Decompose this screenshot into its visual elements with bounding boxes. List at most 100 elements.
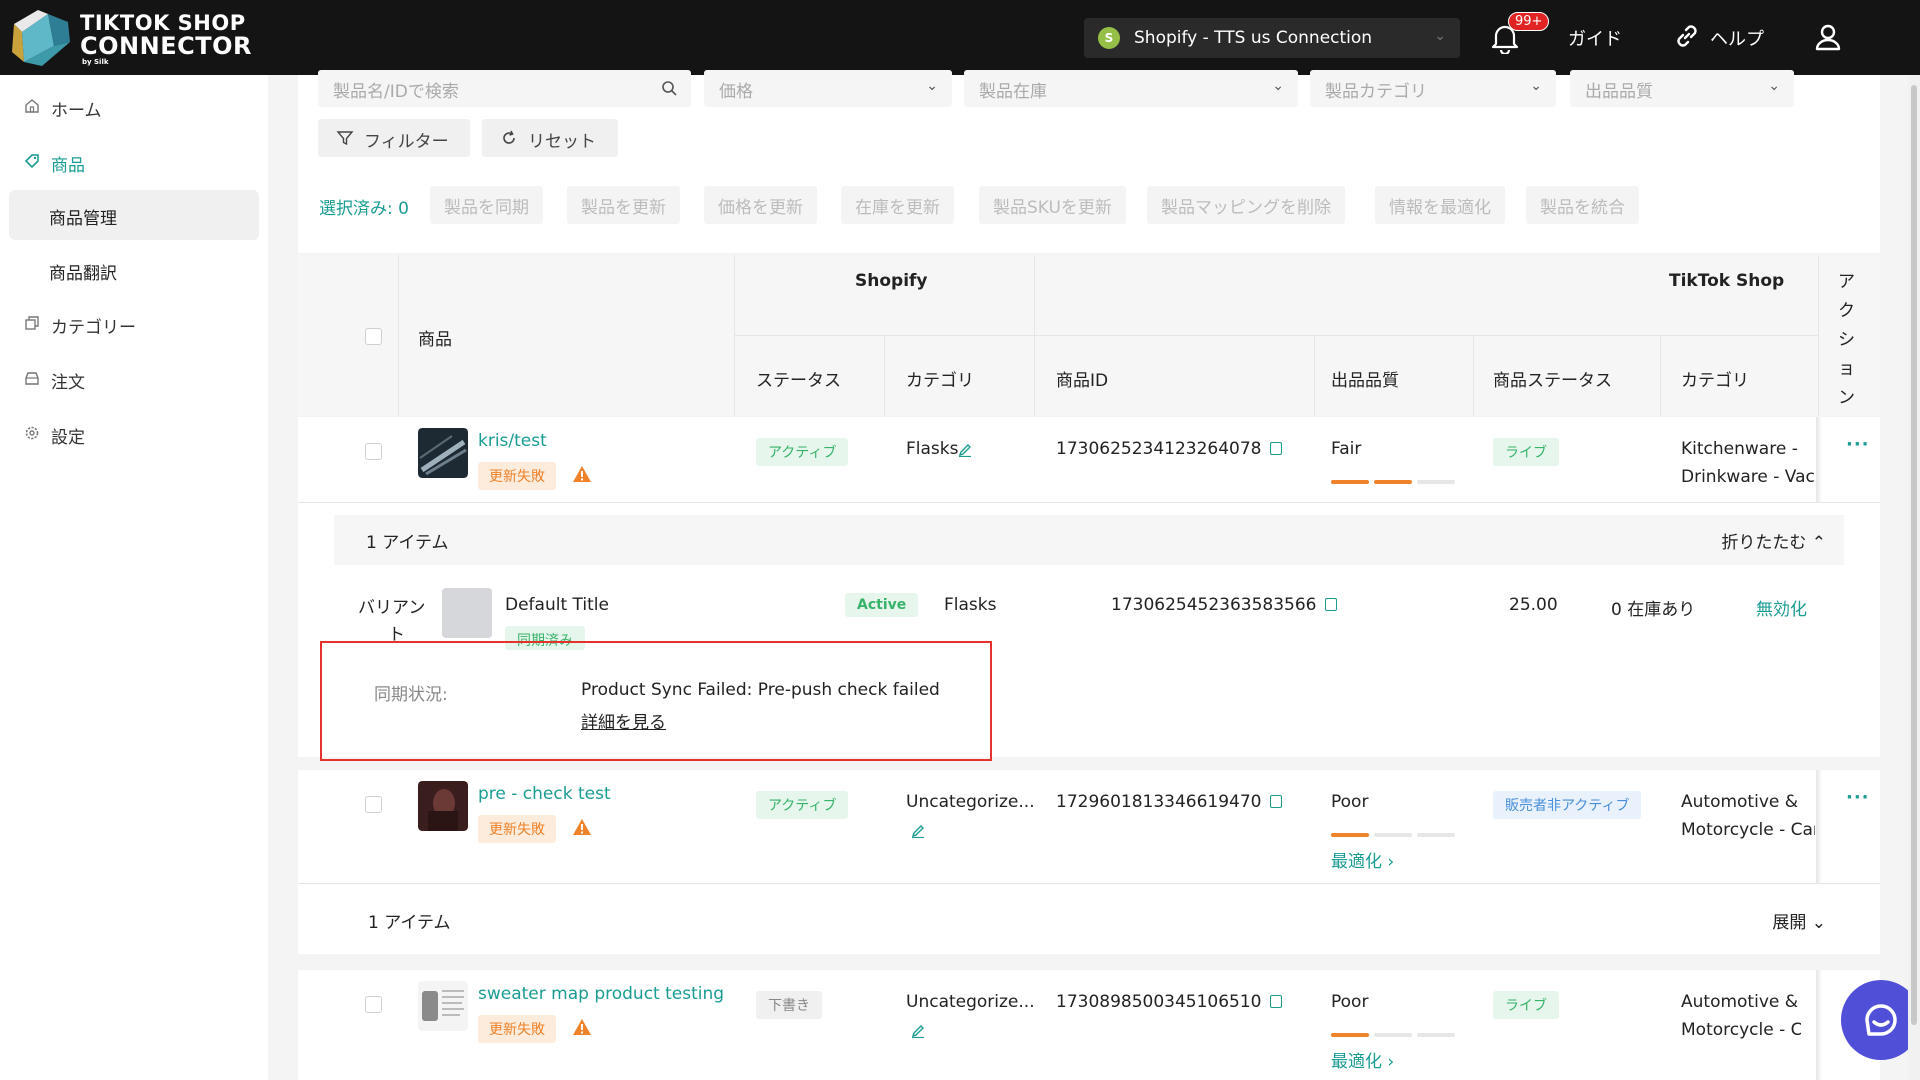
sidebar-item-categories[interactable]: カテゴリー bbox=[0, 300, 268, 350]
quality-segment bbox=[1331, 833, 1369, 837]
row-checkbox[interactable] bbox=[365, 796, 382, 813]
reset-button[interactable]: リセット bbox=[482, 119, 618, 157]
copy-icon[interactable] bbox=[1269, 995, 1282, 1008]
row-checkbox[interactable] bbox=[365, 996, 382, 1013]
more-actions-icon[interactable]: ··· bbox=[1846, 787, 1870, 808]
bulk-merge-button[interactable]: 製品を統合 bbox=[1526, 186, 1639, 224]
items-count: 1 アイテム bbox=[368, 913, 451, 933]
filter-button[interactable]: フィルター bbox=[318, 119, 470, 157]
optimize-link[interactable]: 最適化 › bbox=[1331, 847, 1394, 872]
sync-status-message: Product Sync Failed: Pre-push check fail… bbox=[581, 680, 940, 700]
col-product-id: 商品ID bbox=[1056, 371, 1109, 391]
optimize-link[interactable]: 最適化 › bbox=[1331, 1047, 1394, 1072]
help-link[interactable]: ヘルプ bbox=[1710, 25, 1764, 51]
product-id-text: 1729601813346619470 bbox=[1056, 792, 1262, 812]
variant-thumbnail bbox=[442, 588, 492, 638]
more-actions-icon[interactable]: ··· bbox=[1846, 434, 1870, 455]
refresh-icon bbox=[503, 130, 515, 144]
product-name-link[interactable]: kris/test bbox=[478, 431, 547, 451]
col-group-shopify: Shopify bbox=[855, 271, 928, 291]
header-divider bbox=[884, 335, 885, 416]
select-all-checkbox[interactable] bbox=[365, 328, 382, 345]
copy-icon[interactable] bbox=[1269, 442, 1282, 455]
sidebar-label-home: ホーム bbox=[51, 101, 102, 121]
search-input[interactable]: 製品名/IDで検索 bbox=[318, 70, 691, 107]
quality-text: Poor bbox=[1331, 792, 1369, 812]
tiktok-category-line2: Drinkware - Vacu... bbox=[1681, 467, 1815, 487]
chevron-down-icon: ⌄ bbox=[1768, 78, 1780, 94]
bulk-remove-mapping-button[interactable]: 製品マッピングを削除 bbox=[1147, 186, 1345, 224]
tiktok-status-badge: ライブ bbox=[1493, 991, 1559, 1019]
quality-bar bbox=[1331, 1033, 1455, 1037]
category-select-label: 製品カテゴリ bbox=[1325, 82, 1427, 102]
copy-icon[interactable] bbox=[1324, 598, 1337, 611]
orders-icon bbox=[25, 372, 39, 385]
disable-link[interactable]: 無効化 bbox=[1756, 595, 1807, 620]
variant-category: Flasks bbox=[944, 595, 997, 615]
brand-name: TIKTOK SHOP CONNECTOR by Silk bbox=[80, 12, 252, 67]
quality-text: Fair bbox=[1331, 439, 1362, 459]
col-quality: 出品品質 bbox=[1331, 371, 1399, 391]
tiktok-shop-logo-icon[interactable] bbox=[8, 6, 74, 70]
view-details-link[interactable]: 詳細を見る bbox=[581, 708, 666, 733]
copy-icon[interactable] bbox=[1269, 795, 1282, 808]
chevron-down-icon: ⌄ bbox=[1272, 78, 1284, 94]
sidebar-item-products[interactable]: 商品 bbox=[0, 138, 268, 188]
bulk-optimize-button[interactable]: 情報を最適化 bbox=[1375, 186, 1505, 224]
price-select[interactable]: 価格 ⌄ bbox=[704, 70, 952, 107]
bulk-sku-button[interactable]: 製品SKUを更新 bbox=[979, 186, 1126, 224]
edit-icon[interactable] bbox=[958, 443, 972, 457]
sidebar: ホーム 商品 商品管理 商品翻訳 カテゴリー 注文 設定 bbox=[0, 75, 268, 1080]
sidebar-item-product-management[interactable]: 商品管理 bbox=[9, 190, 259, 240]
product-thumbnail bbox=[418, 981, 468, 1031]
col-product-status: 商品ステータス bbox=[1493, 371, 1612, 391]
header-divider bbox=[1660, 335, 1661, 416]
bulk-price-button[interactable]: 価格を更新 bbox=[704, 186, 817, 224]
product-name-link[interactable]: sweater map product testing bbox=[478, 984, 724, 1004]
scrollbar-thumb[interactable] bbox=[1911, 85, 1917, 1025]
row-checkbox[interactable] bbox=[365, 443, 382, 460]
update-failed-tag: 更新失敗 bbox=[478, 462, 556, 490]
connection-selector[interactable]: S Shopify - TTS us Connection ⌄ bbox=[1084, 18, 1460, 58]
warning-icon[interactable] bbox=[572, 1018, 592, 1036]
sidebar-item-product-translation[interactable]: 商品翻訳 bbox=[9, 245, 259, 295]
sidebar-item-orders[interactable]: 注文 bbox=[0, 355, 268, 405]
filter-icon bbox=[336, 131, 354, 146]
col-tt-category: カテゴリ bbox=[1681, 371, 1749, 391]
chevron-down-icon: ⌄ bbox=[926, 78, 938, 94]
variant-stock: 0 在庫あり bbox=[1611, 600, 1696, 620]
sidebar-item-home[interactable]: ホーム bbox=[0, 83, 268, 133]
row-divider bbox=[298, 883, 1880, 884]
items-count: 1 アイテム bbox=[366, 533, 449, 553]
quality-segment bbox=[1374, 1033, 1412, 1037]
warning-icon[interactable] bbox=[572, 465, 592, 483]
expand-toggle[interactable]: 展開 ⌄ bbox=[1772, 908, 1826, 933]
page-scrollbar[interactable] bbox=[1908, 75, 1920, 1080]
quality-select[interactable]: 出品品質 ⌄ bbox=[1570, 70, 1794, 107]
user-icon[interactable] bbox=[1813, 22, 1843, 52]
bulk-sync-button[interactable]: 製品を同期 bbox=[430, 186, 543, 224]
collapse-toggle[interactable]: 折りたたむ ⌃ bbox=[1721, 528, 1826, 553]
inventory-select[interactable]: 製品在庫 ⌄ bbox=[964, 70, 1298, 107]
edit-icon[interactable] bbox=[911, 1024, 925, 1038]
guide-link[interactable]: ガイド bbox=[1568, 25, 1622, 51]
col-product: 商品 bbox=[418, 330, 452, 350]
price-select-label: 価格 bbox=[719, 82, 753, 102]
inventory-select-label: 製品在庫 bbox=[979, 82, 1047, 102]
header-divider bbox=[398, 255, 399, 416]
top-bar: TIKTOK SHOP CONNECTOR by Silk S Shopify … bbox=[0, 0, 1920, 75]
quality-text: Poor bbox=[1331, 992, 1369, 1012]
sticky-column-shadow bbox=[1816, 770, 1822, 883]
tag-icon bbox=[24, 154, 39, 169]
row-divider bbox=[298, 502, 1880, 503]
product-name-link[interactable]: pre - check test bbox=[478, 784, 611, 804]
edit-icon[interactable] bbox=[911, 824, 925, 838]
shopify-icon: S bbox=[1098, 27, 1120, 49]
sidebar-item-settings[interactable]: 設定 bbox=[0, 410, 268, 460]
bulk-stock-button[interactable]: 在庫を更新 bbox=[841, 186, 954, 224]
sidebar-label-categories: カテゴリー bbox=[51, 318, 136, 338]
category-select[interactable]: 製品カテゴリ ⌄ bbox=[1310, 70, 1556, 107]
filter-button-label: フィルター bbox=[364, 132, 449, 152]
warning-icon[interactable] bbox=[572, 818, 592, 836]
bulk-update-button[interactable]: 製品を更新 bbox=[567, 186, 680, 224]
